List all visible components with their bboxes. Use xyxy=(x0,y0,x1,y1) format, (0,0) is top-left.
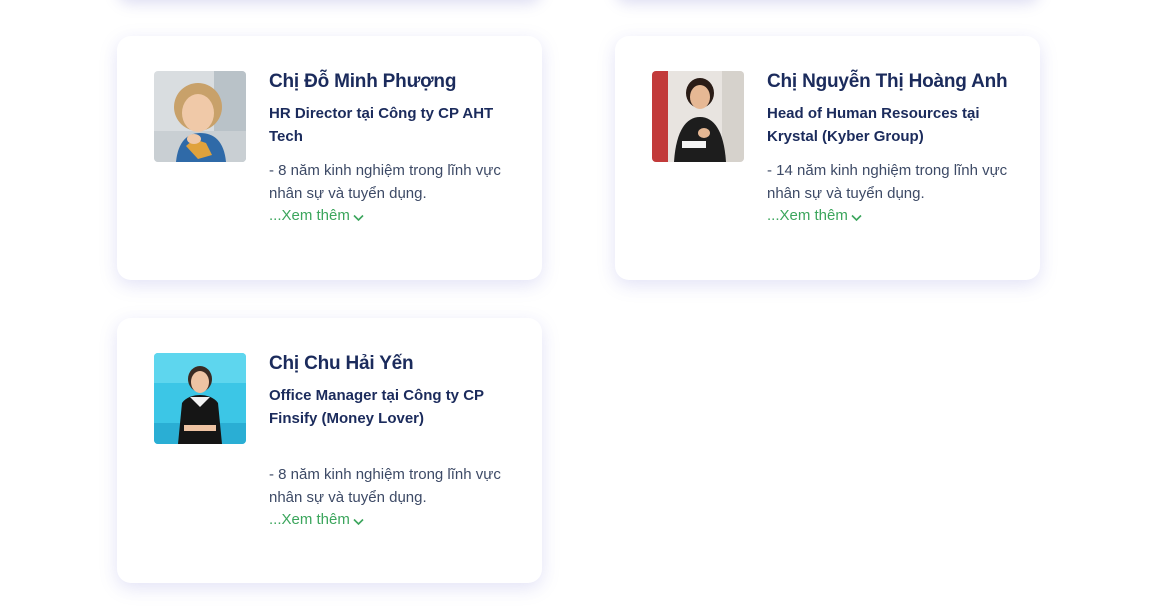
speaker-title: HR Director tại Công ty CP AHT Tech xyxy=(269,105,494,145)
chevron-down-icon xyxy=(353,518,364,525)
speaker-name: Chị Nguyễn Thị Hoàng Anh xyxy=(767,71,1008,92)
speaker-photo xyxy=(154,353,246,444)
see-more-label: ...Xem thêm xyxy=(269,511,350,528)
speaker-description: - 8 năm kinh nghiệm trong lĩnh vực nhân … xyxy=(269,466,501,506)
see-more-label: ...Xem thêm xyxy=(269,207,350,224)
chevron-down-icon xyxy=(353,214,364,221)
see-more-link[interactable]: ...Xem thêm xyxy=(269,205,364,227)
speaker-title: Office Manager tại Công ty CP Finsify (M… xyxy=(269,387,484,427)
chevron-down-icon xyxy=(851,214,862,221)
speaker-title: Head of Human Resources tại Krystal (Kyb… xyxy=(767,105,980,145)
see-more-link[interactable]: ...Xem thêm xyxy=(767,205,862,227)
portrait-photo-icon xyxy=(652,71,744,162)
see-more-label: ...Xem thêm xyxy=(767,207,848,224)
speaker-name: Chị Đỗ Minh Phượng xyxy=(269,71,457,92)
speaker-card: Chị Nguyễn Thị Hoàng Anh Head of Human R… xyxy=(615,36,1040,280)
speaker-description: - 8 năm kinh nghiệm trong lĩnh vực nhân … xyxy=(269,162,501,202)
portrait-photo-icon xyxy=(154,353,246,444)
speaker-photo xyxy=(154,71,246,162)
speaker-description: - 14 năm kinh nghiệm trong lĩnh vực nhân… xyxy=(767,162,1008,202)
see-more-link[interactable]: ...Xem thêm xyxy=(269,509,364,531)
speaker-card: Chị Đỗ Minh Phượng HR Director tại Công … xyxy=(117,36,542,280)
portrait-photo-icon xyxy=(154,71,246,162)
speaker-photo xyxy=(652,71,744,162)
speaker-card: Chị Chu Hải Yến Office Manager tại Công … xyxy=(117,318,542,583)
speaker-name: Chị Chu Hải Yến xyxy=(269,353,414,374)
